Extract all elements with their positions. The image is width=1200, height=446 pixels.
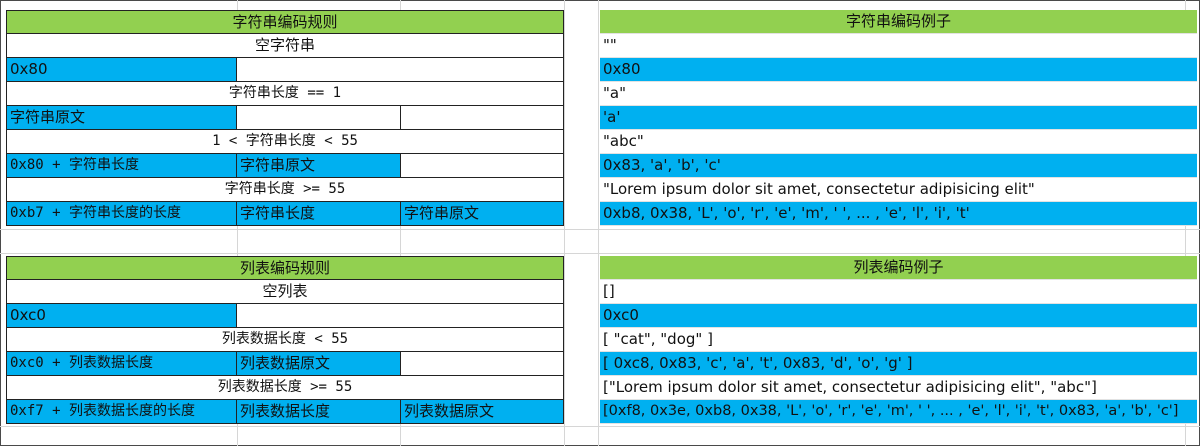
list-examples-header: 列表编码例子 <box>600 256 1197 280</box>
short-string-prefix: 0x80 + 字符串长度 <box>6 154 237 178</box>
string-rules-header: 字符串编码规则 <box>6 10 564 34</box>
example-single-char: "a" <box>600 82 1197 106</box>
list-len-lt-55-label: 列表数据长度 < 55 <box>6 328 564 352</box>
empty-cell <box>401 154 564 178</box>
empty-list-prefix: 0xc0 <box>6 304 237 328</box>
example-long-list-encoded: [0xf8, 0x3e, 0xb8, 0x38, 'L', 'o', 'r', … <box>600 400 1197 424</box>
long-list-raw: 列表数据原文 <box>401 400 564 424</box>
grid-row <box>0 229 1200 230</box>
example-long-list: ["Lorem ipsum dolor sit amet, consectetu… <box>600 376 1197 400</box>
example-empty-list-encoded: 0xc0 <box>600 304 1197 328</box>
grid-row <box>0 253 1200 254</box>
example-short-string: "abc" <box>600 130 1197 154</box>
string-examples-header: 字符串编码例子 <box>600 10 1197 34</box>
len-ge-55-label: 字符串长度 >= 55 <box>6 178 564 202</box>
example-long-string-encoded: 0xb8, 0x38, 'L', 'o', 'r', 'e', 'm', ' '… <box>600 202 1197 226</box>
example-empty-list: [] <box>600 280 1197 304</box>
long-list-length: 列表数据长度 <box>237 400 401 424</box>
empty-cell <box>401 106 564 130</box>
len-1-to-55-label: 1 < 字符串长度 < 55 <box>6 130 564 154</box>
empty-list-label: 空列表 <box>6 280 564 304</box>
empty-string-prefix: 0x80 <box>6 58 237 82</box>
single-char-raw: 字符串原文 <box>6 106 237 130</box>
example-short-list: [ "cat", "dog" ] <box>600 328 1197 352</box>
long-string-prefix: 0xb7 + 字符串长度的长度 <box>6 202 237 226</box>
long-list-prefix: 0xf7 + 列表数据长度的长度 <box>6 400 237 424</box>
len-eq-1-label: 字符串长度 == 1 <box>6 82 564 106</box>
example-single-char-encoded: 'a' <box>600 106 1197 130</box>
long-string-raw: 字符串原文 <box>401 202 564 226</box>
empty-string-label: 空字符串 <box>6 34 564 58</box>
example-empty-string: "" <box>600 34 1197 58</box>
empty-cell <box>237 58 564 82</box>
short-list-prefix: 0xc0 + 列表数据长度 <box>6 352 237 376</box>
example-long-string: "Lorem ipsum dolor sit amet, consectetur… <box>600 178 1197 202</box>
short-list-raw: 列表数据原文 <box>237 352 401 376</box>
list-rules-header: 列表编码规则 <box>6 256 564 280</box>
example-short-list-encoded: [ 0xc8, 0x83, 'c', 'a', 't', 0x83, 'd', … <box>600 352 1197 376</box>
short-string-raw: 字符串原文 <box>237 154 401 178</box>
list-len-ge-55-label: 列表数据长度 >= 55 <box>6 376 564 400</box>
empty-cell <box>401 352 564 376</box>
grid-row <box>0 426 1200 427</box>
example-empty-string-encoded: 0x80 <box>600 58 1197 82</box>
empty-cell <box>237 304 564 328</box>
grid-col <box>598 0 599 446</box>
grid-col <box>564 0 565 446</box>
long-string-length: 字符串长度 <box>237 202 401 226</box>
empty-cell <box>237 106 401 130</box>
example-short-string-encoded: 0x83, 'a', 'b', 'c' <box>600 154 1197 178</box>
